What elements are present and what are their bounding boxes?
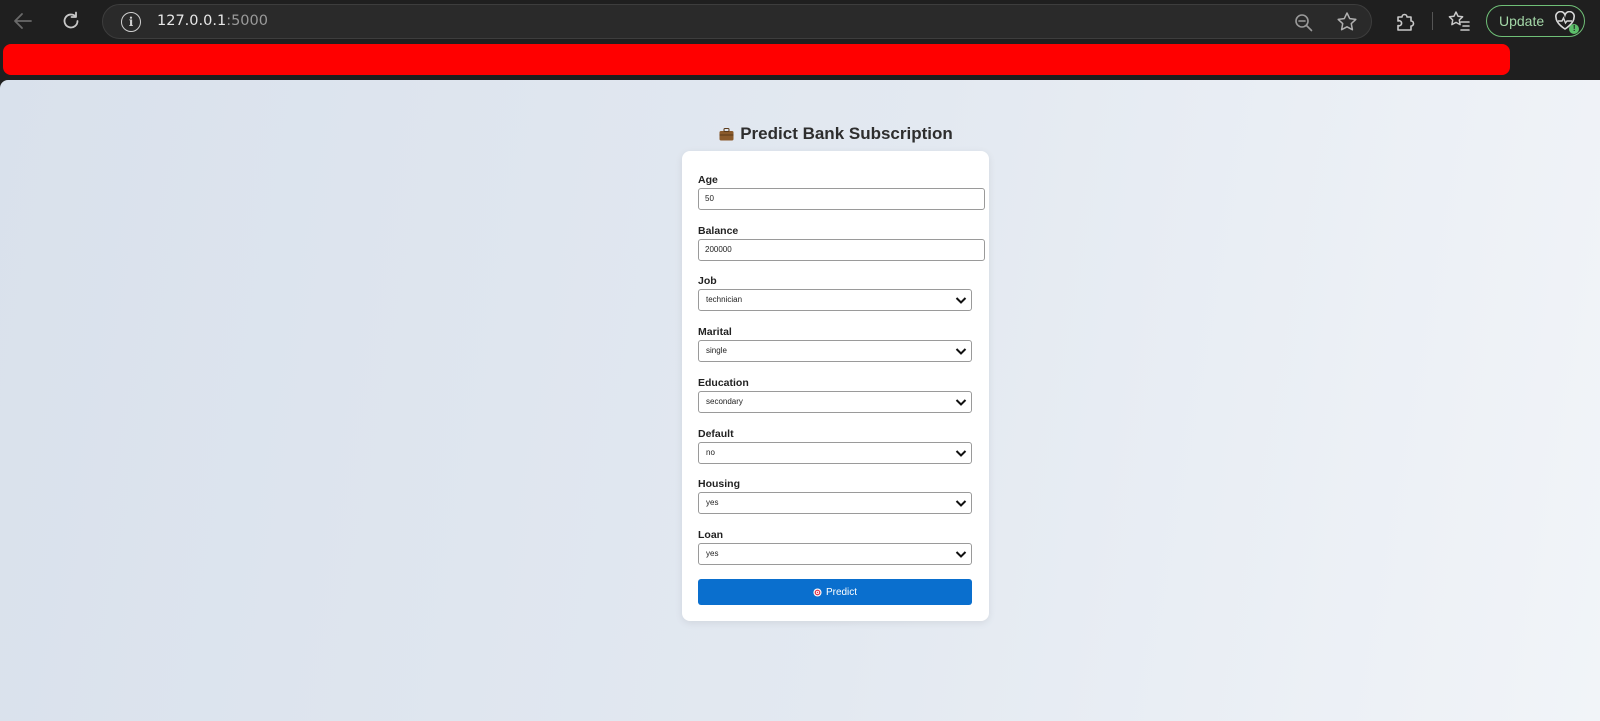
- housing-select[interactable]: yes: [698, 492, 972, 514]
- education-selected-value: secondary: [706, 397, 743, 406]
- reload-button[interactable]: [56, 6, 86, 36]
- housing-selected-value: yes: [706, 498, 719, 507]
- loan-selected-value: yes: [706, 549, 719, 558]
- arrow-left-icon: [14, 13, 32, 29]
- toolbar-separator: [1432, 12, 1433, 30]
- update-button[interactable]: Update !: [1486, 5, 1585, 37]
- education-select[interactable]: secondary: [698, 391, 972, 413]
- chevron-down-icon: [955, 399, 967, 406]
- job-label: Job: [698, 275, 717, 287]
- default-selected-value: no: [706, 448, 715, 457]
- job-select[interactable]: technician: [698, 289, 972, 311]
- back-button[interactable]: [8, 6, 38, 36]
- prediction-form: Age 50 Balance 200000 Job technician Mar…: [682, 151, 989, 621]
- marital-label: Marital: [698, 326, 732, 338]
- chevron-down-icon: [955, 297, 967, 304]
- reload-icon: [63, 11, 79, 29]
- predict-button[interactable]: Predict: [698, 579, 972, 605]
- loan-label: Loan: [698, 529, 724, 541]
- marital-selected-value: single: [706, 346, 727, 355]
- predict-button-label: Predict: [825, 586, 858, 598]
- url-port: :5000: [226, 13, 268, 29]
- update-badge: !: [1569, 24, 1580, 34]
- job-selected-value: technician: [706, 295, 743, 304]
- address-bar[interactable]: i 127.0.0.1:5000: [102, 4, 1372, 39]
- education-label: Education: [698, 377, 749, 389]
- chevron-down-icon: [955, 500, 967, 507]
- loan-select[interactable]: yes: [698, 543, 972, 565]
- default-label: Default: [698, 428, 734, 440]
- page-title: Predict Bank Subscription: [0, 124, 1600, 144]
- update-label: Update: [1499, 13, 1545, 29]
- chevron-down-icon: [955, 450, 967, 457]
- balance-input[interactable]: 200000: [698, 239, 985, 261]
- housing-label: Housing: [698, 478, 740, 490]
- redacted-bar: [3, 44, 1510, 75]
- favorites-icon[interactable]: [1446, 8, 1472, 34]
- chevron-down-icon: [955, 348, 967, 355]
- target-icon: [813, 587, 822, 597]
- extensions-puzzle-icon[interactable]: [1392, 8, 1418, 34]
- browser-toolbar: i 127.0.0.1:5000 Update !: [0, 0, 1600, 80]
- balance-label: Balance: [698, 225, 739, 237]
- page-title-text: Predict Bank Subscription: [740, 124, 953, 143]
- age-input[interactable]: 50: [698, 188, 985, 210]
- briefcase-icon: [719, 128, 734, 141]
- url-host: 127.0.0.1: [157, 13, 227, 29]
- page-content: Predict Bank Subscription Age 50 Balance…: [0, 80, 1600, 721]
- chevron-down-icon: [955, 551, 967, 558]
- health-heart-icon: !: [1554, 10, 1580, 34]
- default-select[interactable]: no: [698, 442, 972, 464]
- zoom-out-icon[interactable]: [1293, 12, 1315, 34]
- bookmark-star-icon[interactable]: [1335, 10, 1359, 34]
- url-text[interactable]: 127.0.0.1:5000: [157, 13, 268, 29]
- marital-select[interactable]: single: [698, 340, 972, 362]
- age-label: Age: [698, 174, 718, 186]
- info-icon[interactable]: i: [121, 12, 141, 32]
